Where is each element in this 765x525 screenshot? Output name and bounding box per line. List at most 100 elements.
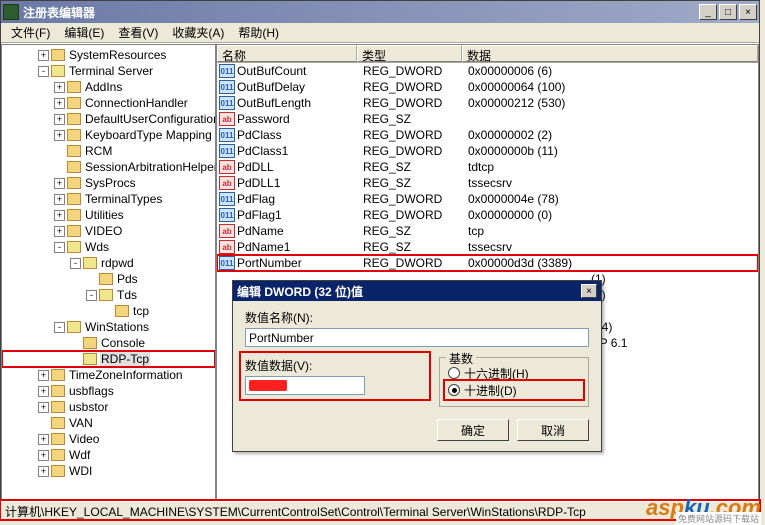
value-row-outbufcount[interactable]: 011OutBufCountREG_DWORD0x00000006 (6) — [217, 63, 758, 79]
tree-label: KeyboardType Mapping — [84, 128, 213, 142]
tree-toggle-icon[interactable]: + — [38, 386, 49, 397]
maximize-button[interactable]: □ — [719, 4, 737, 20]
tree-node-van[interactable]: VAN — [2, 415, 215, 431]
value-row-pdflag[interactable]: 011PdFlagREG_DWORD0x0000004e (78) — [217, 191, 758, 207]
tree-toggle-icon[interactable]: + — [38, 402, 49, 413]
tree-node-addins[interactable]: +AddIns — [2, 79, 215, 95]
tree-toggle-icon[interactable]: - — [86, 290, 97, 301]
tree-label: WDI — [68, 464, 93, 478]
value-row-password[interactable]: abPasswordREG_SZ — [217, 111, 758, 127]
cell-data: tdtcp — [464, 160, 758, 174]
tree-node-rdp-tcp[interactable]: RDP-Tcp — [2, 351, 215, 367]
tree-toggle-icon[interactable]: - — [70, 258, 81, 269]
tree-node-video[interactable]: +Video — [2, 431, 215, 447]
tree-toggle-icon[interactable]: + — [54, 98, 65, 109]
menu-view[interactable]: 查看(V) — [112, 22, 164, 43]
radix-dec[interactable]: 十进制(D) — [445, 381, 583, 399]
value-data-input[interactable] — [245, 376, 365, 395]
tree-toggle-icon[interactable]: + — [38, 434, 49, 445]
value-row-outbufdelay[interactable]: 011OutBufDelayREG_DWORD0x00000064 (100) — [217, 79, 758, 95]
tree-toggle-icon[interactable]: + — [54, 194, 65, 205]
tree-node-connectionhandler[interactable]: +ConnectionHandler — [2, 95, 215, 111]
tree-node-systemresources[interactable]: +SystemResources — [2, 47, 215, 63]
tree-node-defaultuserconfiguration[interactable]: +DefaultUserConfiguration — [2, 111, 215, 127]
value-name-input[interactable] — [245, 328, 589, 347]
tree-toggle-icon[interactable]: + — [38, 50, 49, 61]
tree-node-tds[interactable]: -Tds — [2, 287, 215, 303]
tree-node-usbstor[interactable]: +usbstor — [2, 399, 215, 415]
radix-dec-label: 十进制(D) — [464, 382, 517, 399]
value-row-pdname1[interactable]: abPdName1REG_SZtssecsrv — [217, 239, 758, 255]
value-row-pdclass1[interactable]: 011PdClass1REG_DWORD0x0000000b (11) — [217, 143, 758, 159]
tree-toggle-icon[interactable]: + — [38, 466, 49, 477]
tree-toggle-icon[interactable]: + — [38, 370, 49, 381]
folder-icon — [51, 369, 65, 381]
tree-node-winstations[interactable]: -WinStations — [2, 319, 215, 335]
cell-data: (1) — [587, 272, 758, 286]
menu-favorites[interactable]: 收藏夹(A) — [166, 22, 230, 43]
col-header-data[interactable]: 数据 — [462, 45, 758, 62]
value-row-portnumber[interactable]: 011PortNumberREG_DWORD0x00000d3d (3389) — [217, 255, 758, 271]
cell-type: REG_DWORD — [359, 192, 464, 206]
tree-node-usbflags[interactable]: +usbflags — [2, 383, 215, 399]
tree-node-timezoneinformation[interactable]: +TimeZoneInformation — [2, 367, 215, 383]
cell-data: 0x0000004e (78) — [464, 192, 758, 206]
tree-toggle-icon[interactable]: - — [54, 322, 65, 333]
tree-toggle-icon[interactable]: + — [54, 210, 65, 221]
value-data-group: 数值数据(V): — [241, 353, 429, 399]
cell-type: REG_SZ — [359, 176, 464, 190]
tree-toggle-icon[interactable]: + — [54, 130, 65, 141]
tree-node-sysprocs[interactable]: +SysProcs — [2, 175, 215, 191]
ok-button[interactable]: 确定 — [437, 419, 509, 441]
tree-node-utilities[interactable]: +Utilities — [2, 207, 215, 223]
dialog-titlebar[interactable]: 编辑 DWORD (32 位)值 × — [233, 281, 601, 301]
string-icon: ab — [219, 224, 235, 238]
tree-node-tcp[interactable]: tcp — [2, 303, 215, 319]
value-row-outbuflength[interactable]: 011OutBufLengthREG_DWORD0x00000212 (530) — [217, 95, 758, 111]
tree-node-pds[interactable]: Pds — [2, 271, 215, 287]
tree-node-wds[interactable]: -Wds — [2, 239, 215, 255]
menu-file[interactable]: 文件(F) — [5, 22, 56, 43]
tree-label: RCM — [84, 144, 113, 158]
close-button[interactable]: × — [739, 4, 757, 20]
tree-node-terminal-server[interactable]: -Terminal Server — [2, 63, 215, 79]
value-row-pddll[interactable]: abPdDLLREG_SZtdtcp — [217, 159, 758, 175]
tree-node-sessionarbitrationhelper[interactable]: SessionArbitrationHelper — [2, 159, 215, 175]
tree-node-wdf[interactable]: +Wdf — [2, 447, 215, 463]
value-row-pdname[interactable]: abPdNameREG_SZtcp — [217, 223, 758, 239]
tree-node-keyboardtype-mapping[interactable]: + KeyboardType Mapping — [2, 127, 215, 143]
edit-dword-dialog: 编辑 DWORD (32 位)值 × 数值名称(N): 数值数据(V): 基数 … — [232, 280, 602, 452]
tree-node-terminaltypes[interactable]: +TerminalTypes — [2, 191, 215, 207]
tree-toggle-icon[interactable]: + — [38, 450, 49, 461]
cell-name: PortNumber — [237, 256, 359, 270]
tree-node-rdpwd[interactable]: -rdpwd — [2, 255, 215, 271]
value-row-pdclass[interactable]: 011PdClassREG_DWORD0x00000002 (2) — [217, 127, 758, 143]
folder-icon — [51, 49, 65, 61]
tree-node-console[interactable]: Console — [2, 335, 215, 351]
tree-label: VAN — [68, 416, 94, 430]
tree-toggle-icon[interactable]: + — [54, 82, 65, 93]
value-row-pdflag1[interactable]: 011PdFlag1REG_DWORD0x00000000 (0) — [217, 207, 758, 223]
tree-node-video[interactable]: +VIDEO — [2, 223, 215, 239]
menu-edit[interactable]: 编辑(E) — [58, 22, 110, 43]
tree-toggle-icon[interactable]: + — [54, 178, 65, 189]
key-tree[interactable]: +SystemResources-Terminal Server+AddIns+… — [1, 44, 216, 501]
tree-toggle-icon[interactable]: - — [38, 66, 49, 77]
titlebar[interactable]: 注册表编辑器 _ □ × — [1, 1, 759, 23]
folder-icon — [51, 449, 65, 461]
folder-icon — [83, 257, 97, 269]
col-header-name[interactable]: 名称 — [217, 45, 357, 62]
col-header-type[interactable]: 类型 — [357, 45, 462, 62]
tree-toggle-icon[interactable]: - — [54, 242, 65, 253]
radix-hex-label: 十六进制(H) — [464, 365, 529, 382]
cancel-button[interactable]: 取消 — [517, 419, 589, 441]
menu-help[interactable]: 帮助(H) — [232, 22, 285, 43]
tree-toggle-icon[interactable]: + — [54, 226, 65, 237]
tree-node-wdi[interactable]: + WDI — [2, 463, 215, 479]
tree-node-rcm[interactable]: RCM — [2, 143, 215, 159]
dialog-close-button[interactable]: × — [581, 284, 597, 298]
minimize-button[interactable]: _ — [699, 4, 717, 20]
tree-toggle-icon[interactable]: + — [54, 114, 65, 125]
cell-type: REG_DWORD — [359, 144, 464, 158]
value-row-pddll1[interactable]: abPdDLL1REG_SZtssecsrv — [217, 175, 758, 191]
